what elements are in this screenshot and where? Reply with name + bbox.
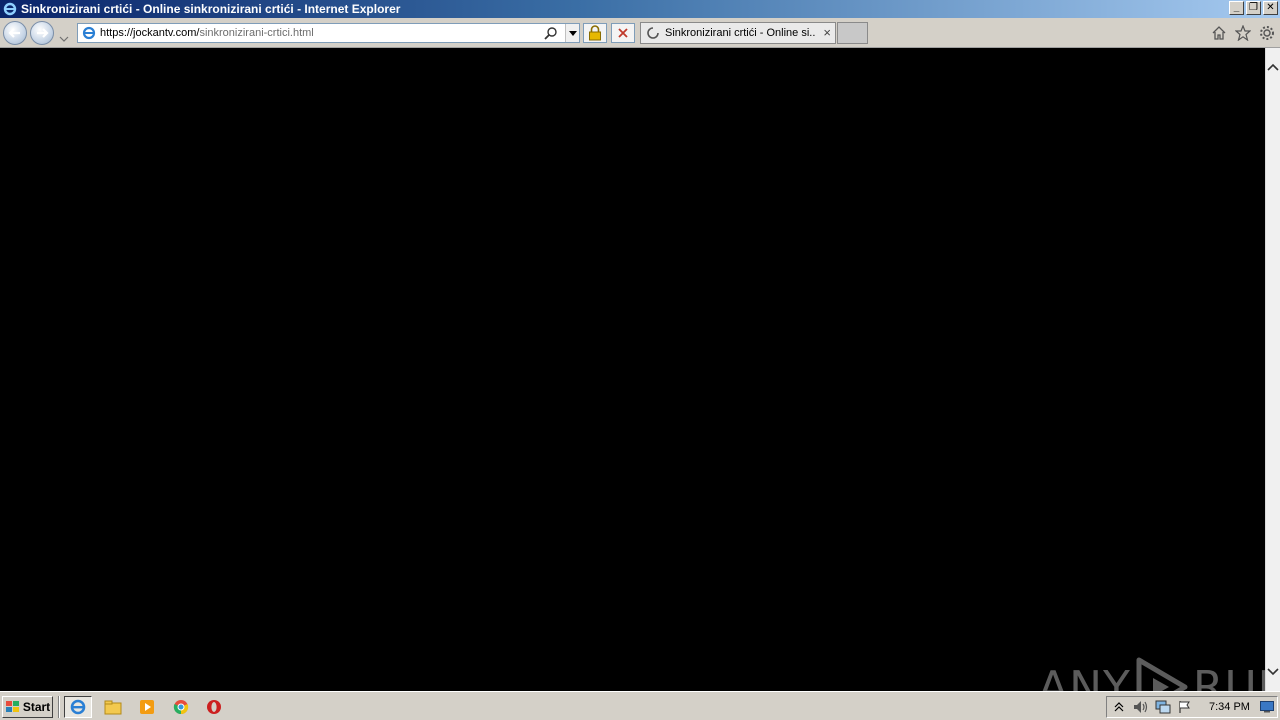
vertical-scrollbar[interactable] <box>1265 48 1280 691</box>
history-dropdown-icon[interactable] <box>59 29 69 47</box>
address-dropdown-icon[interactable] <box>565 24 579 42</box>
search-icon[interactable] <box>543 25 559 41</box>
restore-button[interactable]: ❐ <box>1246 1 1261 15</box>
new-tab-button[interactable] <box>837 22 868 44</box>
windows-logo-icon <box>5 701 19 712</box>
security-lock-button[interactable] <box>583 23 607 43</box>
ie-icon <box>2 1 18 17</box>
scroll-down-icon[interactable] <box>1266 665 1280 679</box>
tab-title: Sinkronizirani crtići - Online si... <box>665 27 815 39</box>
address-bar[interactable]: https://jockantv.com/sinkronizirani-crti… <box>77 23 580 43</box>
taskbar-opera-icon[interactable] <box>200 696 228 718</box>
start-label: Start <box>22 700 51 714</box>
action-center-flag-icon[interactable] <box>1175 698 1195 716</box>
stop-button[interactable] <box>611 23 635 43</box>
url-host: https://jockantv.com/ <box>100 27 200 39</box>
network-icon[interactable] <box>1153 698 1173 716</box>
gear-icon[interactable] <box>1258 24 1276 42</box>
stop-x-icon <box>618 28 628 38</box>
taskbar-chrome-icon[interactable] <box>167 696 195 718</box>
tab-close-icon[interactable]: × <box>823 26 831 39</box>
window-title: Sinkronizirani crtići - Online sinkroniz… <box>21 2 401 16</box>
minimize-button[interactable]: _ <box>1229 1 1244 15</box>
taskbar: Start 7:34 PM <box>0 691 1280 720</box>
url-path: sinkronizirani-crtici.html <box>199 27 314 39</box>
start-button[interactable]: Start <box>2 696 53 718</box>
tab-current[interactable]: Sinkronizirani crtići - Online si... × <box>640 22 836 44</box>
show-desktop-icon[interactable] <box>1259 699 1275 715</box>
taskbar-explorer-icon[interactable] <box>99 696 127 718</box>
volume-icon[interactable] <box>1131 698 1151 716</box>
window-titlebar[interactable]: Sinkronizirani crtići - Online sinkroniz… <box>0 0 1280 18</box>
navigation-bar: https://jockantv.com/sinkronizirani-crti… <box>0 18 1280 48</box>
forward-arrow-icon <box>37 28 49 38</box>
system-tray: 7:34 PM <box>1106 696 1278 718</box>
taskbar-ie-icon[interactable] <box>64 696 92 718</box>
lock-icon <box>589 25 601 41</box>
scroll-up-icon[interactable] <box>1266 60 1280 74</box>
close-window-button[interactable]: ✕ <box>1263 1 1278 15</box>
back-button[interactable] <box>3 21 27 45</box>
page-content[interactable]: ANY RUN <box>0 48 1280 717</box>
home-icon[interactable] <box>1210 24 1228 42</box>
star-icon[interactable] <box>1234 24 1252 42</box>
back-arrow-icon <box>8 28 20 38</box>
page-ie-icon <box>80 24 98 42</box>
taskbar-separator <box>58 696 60 718</box>
show-hidden-icons-icon[interactable] <box>1109 698 1129 716</box>
forward-button[interactable] <box>30 21 54 45</box>
taskbar-media-player-icon[interactable] <box>133 696 161 718</box>
loading-spinner-icon <box>645 25 661 41</box>
taskbar-clock[interactable]: 7:34 PM <box>1209 701 1250 713</box>
